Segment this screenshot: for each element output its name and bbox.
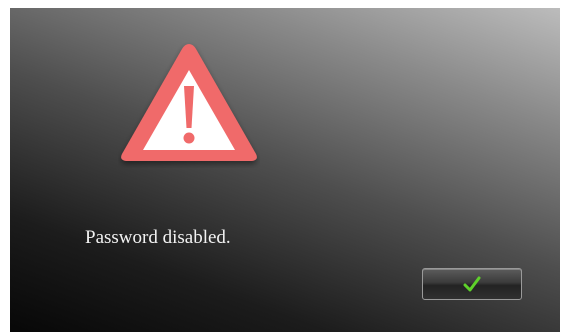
warning-triangle-icon xyxy=(121,44,257,161)
confirm-button[interactable] xyxy=(422,268,522,300)
alert-dialog: Password disabled. xyxy=(10,8,560,332)
checkmark-icon xyxy=(463,276,481,292)
dialog-message: Password disabled. xyxy=(85,227,231,248)
